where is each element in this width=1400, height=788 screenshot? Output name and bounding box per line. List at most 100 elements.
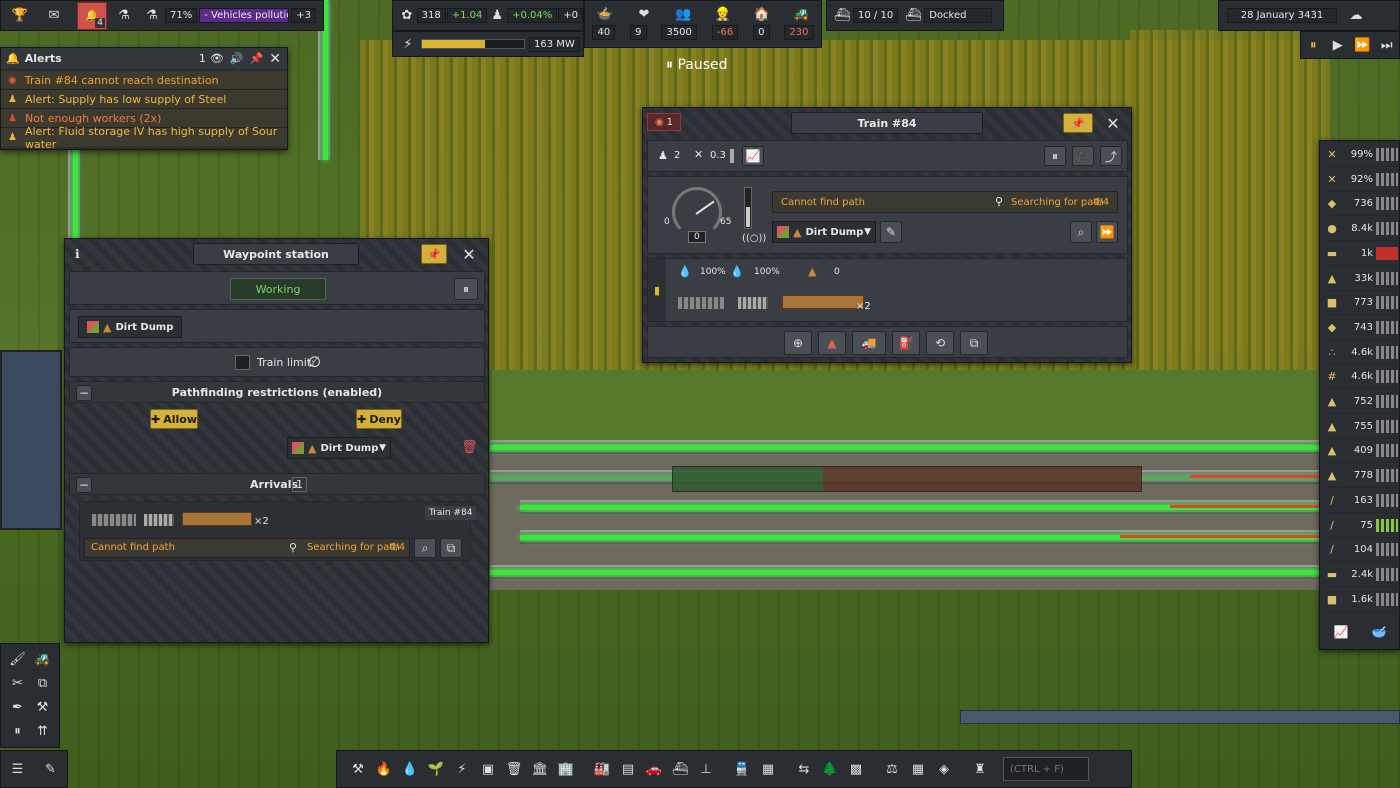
- resource-item[interactable]: ▲ 409: [1324, 439, 1398, 464]
- pin-icon[interactable]: 📌: [250, 52, 264, 65]
- resource-item[interactable]: ✕ 99%: [1324, 143, 1398, 167]
- water-icon[interactable]: 💧: [399, 758, 421, 780]
- trophy-icon[interactable]: 🏆: [9, 5, 31, 27]
- destination-chip[interactable]: ▲ Dirt Dump: [78, 316, 183, 338]
- pin-button[interactable]: 📌: [421, 244, 447, 264]
- eye-icon[interactable]: 👁: [210, 52, 224, 65]
- alert-badge[interactable]: ◉ 1: [647, 113, 681, 131]
- factory-icon[interactable]: 🏭: [591, 758, 613, 780]
- horn-icon[interactable]: ((○)): [742, 233, 766, 244]
- alert-item[interactable]: ◉ Train #84 cannot reach destination: [1, 71, 287, 90]
- resource-item[interactable]: / 104: [1324, 538, 1398, 563]
- resource-item[interactable]: ∴ 4.6k: [1324, 341, 1398, 365]
- trash-icon[interactable]: 🗑: [461, 440, 478, 455]
- pause-button[interactable]: ⏸: [454, 278, 478, 300]
- copy-icon[interactable]: ⧉: [32, 673, 54, 695]
- resource-item[interactable]: ▲ 33k: [1324, 267, 1398, 291]
- info-icon[interactable]: ℹ: [75, 247, 80, 261]
- smelting-icon[interactable]: 🔥: [373, 758, 395, 780]
- fast-forward-button[interactable]: ⏩: [1351, 34, 1373, 56]
- tree-icon[interactable]: 🌲: [819, 758, 841, 780]
- skip-button[interactable]: ⏩: [1096, 221, 1118, 243]
- resource-item[interactable]: ■ 773: [1324, 291, 1398, 316]
- resource-item[interactable]: ▬ 2.4k: [1324, 563, 1398, 587]
- mining-icon[interactable]: ⚒: [347, 758, 369, 780]
- bulldozer-icon[interactable]: 🚜: [32, 649, 54, 671]
- arrival-card[interactable]: ×2 Train #84 Cannot find path ⚲ Searchin…: [79, 501, 477, 561]
- workers-icon[interactable]: 👷: [712, 3, 734, 25]
- resource-item[interactable]: / 163: [1324, 489, 1398, 513]
- health-icon[interactable]: ❤: [633, 3, 655, 25]
- resource-item[interactable]: ◆ 743: [1324, 316, 1398, 340]
- route-button[interactable]: ⤴: [1100, 146, 1122, 166]
- recipes-button[interactable]: 🥣: [1366, 621, 1392, 643]
- vehicle-depot-icon[interactable]: 🚗: [643, 758, 665, 780]
- layers-icon[interactable]: ☰: [7, 758, 29, 780]
- resource-item[interactable]: ▲ 752: [1324, 390, 1398, 414]
- resource-item[interactable]: ● 8.4k: [1324, 217, 1398, 242]
- alert-item[interactable]: ♟ Alert: Fluid storage IV has high suppl…: [1, 125, 287, 151]
- collapse-button[interactable]: −: [76, 477, 92, 493]
- services-icon[interactable]: 🏢: [555, 758, 577, 780]
- cut-icon[interactable]: ✂: [7, 673, 29, 695]
- train-side-tab[interactable]: ▮: [648, 259, 666, 321]
- notifications-button[interactable]: 🔔 4: [77, 1, 107, 30]
- search-input[interactable]: [1003, 757, 1089, 781]
- copy-button[interactable]: ⧉: [960, 331, 988, 355]
- vehicle-button[interactable]: 🚚: [852, 331, 886, 355]
- ship-icon[interactable]: ⛴: [669, 758, 691, 780]
- resource-item[interactable]: ■ 1.6k: [1324, 588, 1398, 612]
- pin-button[interactable]: 📌: [1063, 113, 1093, 133]
- waste-icon[interactable]: 🗑: [503, 758, 525, 780]
- research-current[interactable]: - Vehicles pollutio...: [199, 8, 290, 23]
- wagon-icon[interactable]: [782, 295, 864, 309]
- play-button[interactable]: ▶: [1327, 34, 1349, 56]
- resource-item[interactable]: ▬ 1k: [1324, 242, 1398, 266]
- farming-icon[interactable]: 🌱: [425, 758, 447, 780]
- sound-icon[interactable]: 🔊: [230, 52, 244, 65]
- camera-button[interactable]: 🎥: [1072, 146, 1094, 166]
- flask-icon[interactable]: ⚗: [113, 5, 135, 27]
- pause-button[interactable]: ⏸: [1302, 34, 1324, 56]
- refuel-button[interactable]: ⛽: [892, 331, 920, 355]
- edit-icon[interactable]: ✎: [40, 758, 62, 780]
- destination-dropdown[interactable]: ▲ Dirt Dump ▼: [772, 221, 876, 243]
- fastest-forward-button[interactable]: ⏭: [1376, 34, 1398, 56]
- edit-route-button[interactable]: ✎: [880, 221, 902, 243]
- vehicles-icon[interactable]: 🚜: [790, 3, 812, 25]
- resource-item[interactable]: / 75: [1324, 514, 1398, 538]
- pause-button[interactable]: ⏸: [1044, 146, 1066, 166]
- locomotive-icon[interactable]: [738, 297, 768, 309]
- train-on-track[interactable]: [672, 466, 1142, 492]
- station-icon[interactable]: ▦: [757, 758, 779, 780]
- allow-button[interactable]: ✚ Allow: [150, 409, 198, 429]
- pick-icon[interactable]: ⚒: [32, 696, 54, 718]
- ship-icon[interactable]: ⛴: [831, 5, 853, 27]
- close-icon[interactable]: ✕: [269, 51, 281, 67]
- eyedropper-icon[interactable]: ✒: [7, 696, 29, 718]
- balance-icon[interactable]: ⚖: [881, 758, 903, 780]
- throttle-slider[interactable]: [744, 187, 752, 229]
- population-icon[interactable]: 👥: [672, 3, 694, 25]
- resource-item[interactable]: ◆ 736: [1324, 192, 1398, 217]
- arrival-train-name[interactable]: Train #84: [425, 506, 477, 520]
- stats-button[interactable]: 📈: [742, 146, 764, 166]
- brush-icon[interactable]: 🖌: [7, 649, 29, 671]
- resource-item[interactable]: #4.6k: [1324, 365, 1398, 390]
- search-button[interactable]: ⌕: [1070, 221, 1092, 243]
- cargo-button[interactable]: ▲: [818, 331, 846, 355]
- building[interactable]: [0, 350, 62, 530]
- pause-buildings-icon[interactable]: ⏸: [7, 720, 29, 742]
- deny-button[interactable]: ✚ Deny: [356, 409, 402, 429]
- locate-button[interactable]: ⊕: [784, 331, 812, 355]
- train-icon[interactable]: 🚆: [731, 758, 753, 780]
- housing-icon[interactable]: 🏠: [751, 3, 773, 25]
- layers-icon[interactable]: ◈: [933, 758, 955, 780]
- alert-item[interactable]: ♟ Alert: Supply has low supply of Steel: [1, 90, 287, 109]
- train-limit-checkbox[interactable]: [235, 355, 250, 370]
- tower-icon[interactable]: ♜: [969, 758, 991, 780]
- mail-icon[interactable]: ✉: [43, 5, 65, 27]
- cycle-button[interactable]: ⟲: [926, 331, 954, 355]
- search-button[interactable]: ⌕: [414, 538, 436, 558]
- resource-item[interactable]: ▲ 778: [1324, 464, 1398, 489]
